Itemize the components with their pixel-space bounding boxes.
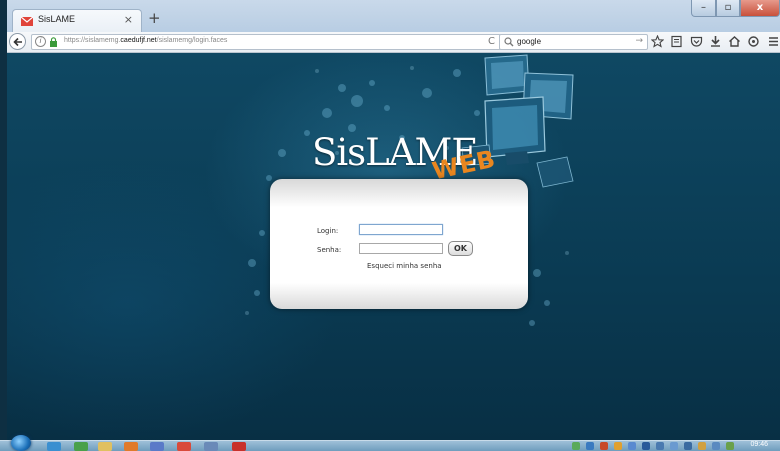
- url-host: caedufjf.net: [120, 37, 157, 44]
- info-icon[interactable]: i: [35, 36, 46, 47]
- home-icon[interactable]: [728, 35, 741, 48]
- login-label: Login:: [317, 227, 339, 235]
- password-label: Senha:: [317, 246, 342, 254]
- login-input[interactable]: [359, 224, 443, 235]
- url-prefix: https://sislamemg.: [64, 37, 121, 44]
- close-window-button[interactable]: x: [740, 0, 780, 17]
- close-tab-icon[interactable]: ×: [124, 13, 133, 26]
- download-icon[interactable]: [709, 35, 722, 48]
- reading-list-icon[interactable]: [670, 35, 683, 48]
- new-tab-button[interactable]: +: [148, 11, 161, 26]
- lock-icon: [50, 37, 57, 47]
- page-content: SisLAME WEB Login: Senha: OK Esqueci min…: [7, 53, 780, 440]
- url-path: /sislamemg/login.faces: [156, 37, 228, 44]
- navigation-bar: i https://sislamemg.caedufjf.net/sislame…: [7, 32, 780, 53]
- taskbar-clock[interactable]: 09:46: [750, 441, 768, 448]
- search-input: google: [517, 37, 542, 46]
- tray-icon[interactable]: [670, 442, 678, 450]
- tray-icon[interactable]: [656, 442, 664, 450]
- bookmark-star-icon[interactable]: [651, 35, 664, 48]
- tray-icon[interactable]: [600, 442, 608, 450]
- tray-icon[interactable]: [628, 442, 636, 450]
- favicon-icon: [21, 16, 33, 26]
- tray-icon[interactable]: [572, 442, 580, 450]
- desktop-edge: [0, 0, 7, 450]
- menu-icon[interactable]: [767, 35, 780, 48]
- url-text: https://sislamemg.caedufjf.net/sislamemg…: [64, 37, 227, 44]
- tray-icon[interactable]: [614, 442, 622, 450]
- forgot-password-link[interactable]: Esqueci minha senha: [367, 262, 442, 270]
- maximize-button[interactable]: ▫: [716, 0, 740, 17]
- password-input[interactable]: [359, 243, 443, 254]
- volume-icon[interactable]: [712, 442, 720, 450]
- reload-icon[interactable]: C: [488, 36, 495, 47]
- search-icon: [504, 37, 514, 47]
- pocket-icon[interactable]: [690, 35, 703, 48]
- search-bar[interactable]: google →: [499, 34, 648, 50]
- tab-strip: SisLAME × + – ▫ x: [7, 0, 780, 32]
- tray-icon[interactable]: [684, 442, 692, 450]
- tray-icon[interactable]: [586, 442, 594, 450]
- back-arrow-icon: [12, 37, 22, 46]
- address-bar[interactable]: i https://sislamemg.caedufjf.net/sislame…: [31, 34, 501, 50]
- browser-tab[interactable]: SisLAME ×: [12, 9, 142, 32]
- window-controls: – ▫ x: [691, 0, 780, 20]
- back-button[interactable]: [9, 33, 26, 50]
- login-panel: Login: Senha: OK Esqueci minha senha: [270, 179, 528, 309]
- ok-button[interactable]: OK: [448, 241, 473, 256]
- search-go-icon[interactable]: →: [635, 36, 643, 46]
- tray-icon[interactable]: [698, 442, 706, 450]
- tray-icon[interactable]: [642, 442, 650, 450]
- taskbar: 09:46: [0, 435, 780, 451]
- minimize-button[interactable]: –: [691, 0, 716, 17]
- start-button[interactable]: [11, 435, 31, 451]
- sync-icon[interactable]: [747, 35, 760, 48]
- tab-title: SisLAME: [38, 14, 76, 24]
- network-icon[interactable]: [726, 442, 734, 450]
